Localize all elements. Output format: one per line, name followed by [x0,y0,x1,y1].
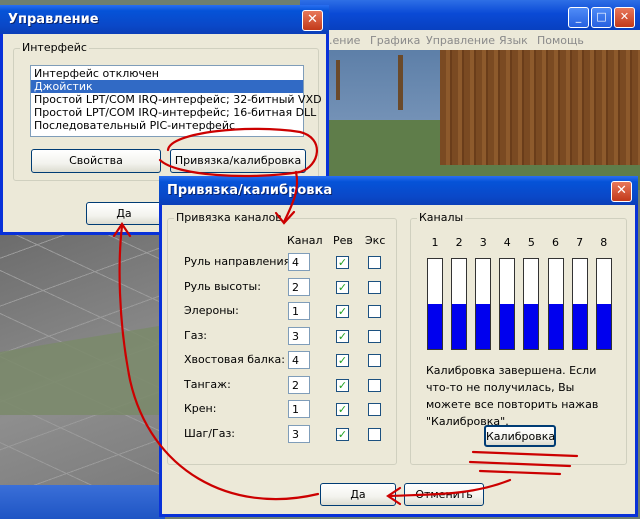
reverse-checkbox[interactable]: ✓ [336,305,349,318]
channel-field[interactable]: 3 [288,326,310,345]
reverse-checkbox[interactable]: ✓ [336,427,349,441]
background-menubar: ...ение Графика Управление Язык Помощь [300,30,640,50]
expo-checkbox[interactable] [368,354,381,367]
row-label: Крен: [184,402,217,415]
interface-list-item[interactable]: Простой LPT/COM IRQ-интерфейс; 16-битная… [31,106,316,119]
cancel-button[interactable]: Отменить [404,483,484,506]
binding-dialog-title: Привязка/калибровка [167,183,333,198]
channel-level-fill [476,304,491,349]
channel-level-fill [548,304,563,349]
control-dialog-title: Управление [8,12,99,27]
minimize-icon[interactable]: _ [568,7,589,28]
channel-number: 7 [576,236,584,249]
channel-field[interactable]: 2 [288,375,310,394]
channel-level-bar [451,258,468,350]
channel-field[interactable]: 4 [288,351,310,369]
close-icon[interactable]: ✕ [611,181,632,202]
channel-level-bar [475,258,492,350]
reverse-checkbox[interactable]: ✓ [336,403,349,416]
column-header-reverse: Рев [333,234,353,247]
close-icon[interactable]: ✕ [302,10,323,31]
channel-level-bar [427,258,443,350]
binding-ok-button[interactable]: Да [320,483,396,506]
expo-checkbox[interactable] [368,256,381,269]
channel-field[interactable]: 3 [288,424,310,443]
channel-level-fill [428,304,442,349]
reverse-checkbox[interactable]: ✓ [336,329,349,343]
reverse-checkbox[interactable]: ✓ [336,378,349,392]
close-icon[interactable]: ✕ [614,7,635,28]
interface-list[interactable]: Интерфейс отключен Джойстик Простой LPT/CO… [30,65,322,137]
taskbar-strip [0,485,165,519]
channel-number: 3 [479,236,487,249]
reverse-checkbox[interactable]: ✓ [336,256,349,269]
interface-list-item[interactable]: Последовательный PIC-интерфейс [31,119,303,132]
channel-level-bar [547,258,564,350]
expo-checkbox[interactable] [368,329,381,343]
row-label: Газ: [184,328,208,342]
channel-level-bar [595,258,612,350]
expo-checkbox[interactable] [368,378,381,392]
calibrate-button[interactable]: Калибровка [484,425,556,447]
row-label: Шаг/Газ: [184,426,235,440]
wooden-barn [440,50,640,165]
fence-post [336,60,340,100]
channel-level-bar [523,258,540,350]
row-label: Тангаж: [184,377,231,391]
channel-field[interactable]: 1 [288,400,310,418]
channel-field[interactable]: 2 [288,277,310,296]
properties-button[interactable]: Свойства [31,149,161,173]
menu-item-control[interactable]: Управление [426,34,495,47]
calibration-message: Калибровка завершена. Если что-то не пол… [426,364,599,428]
interface-group-label: Интерфейс [20,41,89,54]
control-ok-button[interactable]: Да [86,202,162,225]
column-header-channel: Канал [287,234,323,247]
channel-level-fill [452,304,467,349]
row-label: Руль высоты: [184,279,261,293]
channel-level-bar [571,258,588,350]
channel-level-bar [499,258,516,350]
interface-list-item[interactable]: Джойстик [31,80,303,93]
channel-number: 6 [552,236,559,249]
channels-group-label: Каналы [417,211,466,224]
channel-level-fill [596,304,611,349]
menu-item-help[interactable]: Помощь [537,34,584,47]
interface-list-item[interactable]: Интерфейс отключен [31,67,303,80]
expo-checkbox[interactable] [368,280,381,294]
expo-checkbox[interactable] [368,427,381,441]
control-dialog-titlebar: Управление ✕ [0,5,329,34]
channel-level-fill [572,304,587,349]
expo-checkbox[interactable] [368,305,381,318]
reverse-checkbox[interactable]: ✓ [336,280,349,294]
runway-ground [0,235,165,485]
row-label: Хвостовая балка: [184,353,285,366]
reverse-checkbox[interactable]: ✓ [336,354,349,367]
binding-calibration-button[interactable]: Привязка/калибровка [170,149,306,173]
menu-item-graphics[interactable]: Графика [370,34,420,47]
channel-level-fill [500,304,515,349]
channel-number: 1 [431,236,439,249]
row-label: Руль направления: [184,255,294,268]
interface-list-item[interactable]: Простой LPT/COM IRQ-интерфейс; 32-битный… [31,93,322,106]
channel-number: 8 [600,236,608,249]
channel-binding-group-label: Привязка каналов [174,211,284,224]
background-window-titlebar: _ □ ✕ [300,0,640,30]
channel-number: 2 [455,236,463,249]
channel-field[interactable]: 4 [288,253,310,271]
maximize-icon[interactable]: □ [591,7,612,28]
channel-number: 5 [527,236,535,249]
channel-field[interactable]: 1 [288,302,310,320]
expo-checkbox[interactable] [368,403,381,416]
menu-item-language[interactable]: Язык [499,34,528,47]
binding-dialog-titlebar: Привязка/калибровка ✕ [159,176,638,205]
channel-level-fill [524,304,539,349]
row-label: Элероны: [184,304,239,317]
channel-number: 4 [503,236,511,249]
column-header-expo: Экс [365,234,386,247]
fence-post [398,55,403,110]
